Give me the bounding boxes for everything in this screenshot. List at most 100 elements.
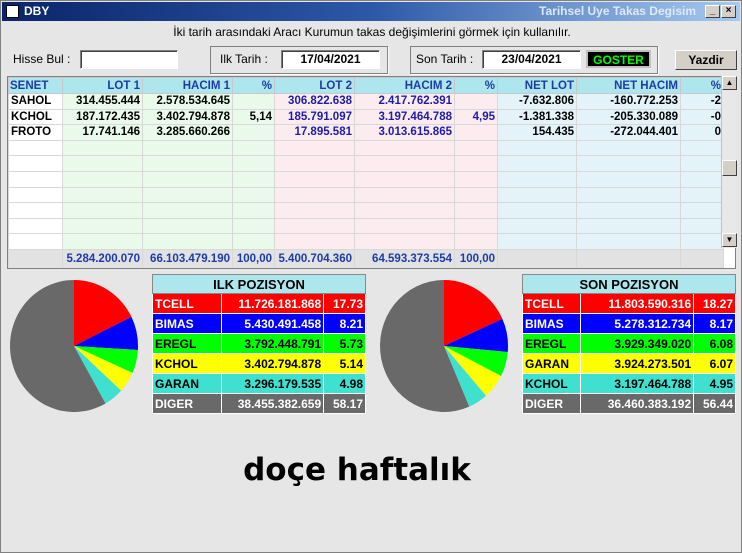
- goster-button[interactable]: GOSTER: [586, 50, 651, 68]
- grid-cell[interactable]: [8, 155, 63, 172]
- grid-cell[interactable]: [232, 124, 275, 141]
- col-senet[interactable]: SENET: [8, 77, 63, 94]
- grid-cell[interactable]: [680, 170, 724, 188]
- grid-cell[interactable]: [454, 93, 498, 110]
- grid-cell[interactable]: [274, 170, 355, 188]
- grid-cell[interactable]: [454, 124, 498, 141]
- grid-cell[interactable]: KCHOL: [8, 108, 63, 126]
- grid-cell[interactable]: [274, 186, 355, 204]
- grid-cell[interactable]: [454, 170, 498, 188]
- grid-cell[interactable]: [576, 170, 681, 188]
- grid-cell[interactable]: [454, 155, 498, 172]
- grid-cell[interactable]: [232, 202, 275, 219]
- grid-cell[interactable]: -7.632.806: [497, 93, 577, 110]
- col-pct2[interactable]: %: [454, 77, 498, 94]
- grid-cell[interactable]: [232, 139, 275, 157]
- col-net-lot[interactable]: NET LOT: [497, 77, 577, 94]
- col-net-hacim[interactable]: NET HACIM: [576, 77, 681, 94]
- table-row[interactable]: [8, 217, 724, 235]
- grid-cell[interactable]: [497, 155, 577, 172]
- grid-cell[interactable]: [680, 202, 724, 219]
- table-row[interactable]: KCHOL 187.172.435 3.402.794.878 5,14 185.791…: [8, 108, 724, 126]
- grid-cell[interactable]: -272.044.401: [576, 124, 681, 141]
- col-pct1[interactable]: %: [232, 77, 275, 94]
- grid-cell[interactable]: [576, 217, 681, 235]
- grid-cell[interactable]: [680, 155, 724, 172]
- table-row[interactable]: SAHOL 314.455.444 2.578.534.645 306.822.638…: [8, 93, 724, 110]
- grid-cell[interactable]: 17.895.581: [274, 124, 355, 141]
- grid-cell[interactable]: [62, 170, 143, 188]
- grid-cell[interactable]: [8, 139, 63, 157]
- grid-cell[interactable]: -2: [680, 93, 724, 110]
- grid-cell[interactable]: [62, 139, 143, 157]
- grid-cell[interactable]: [142, 139, 233, 157]
- grid-cell[interactable]: [497, 186, 577, 204]
- table-row[interactable]: [8, 202, 724, 219]
- grid-cell[interactable]: 0: [680, 124, 724, 141]
- grid-scrollbar[interactable]: ▲ ▼: [721, 76, 737, 248]
- col-lot1[interactable]: LOT 1: [62, 77, 143, 94]
- grid-cell[interactable]: [576, 233, 681, 250]
- grid-cell[interactable]: [274, 155, 355, 172]
- grid-cell[interactable]: [232, 93, 275, 110]
- grid-cell[interactable]: [142, 186, 233, 204]
- grid-cell[interactable]: [497, 233, 577, 250]
- grid-cell[interactable]: 154.435: [497, 124, 577, 141]
- grid-cell[interactable]: [576, 202, 681, 219]
- grid-cell[interactable]: [497, 170, 577, 188]
- col-hacim1[interactable]: HACIM 1: [142, 77, 233, 94]
- grid-cell[interactable]: [142, 217, 233, 235]
- grid-cell[interactable]: [680, 217, 724, 235]
- son-tarih-input[interactable]: 23/04/2021: [482, 50, 581, 69]
- close-icon[interactable]: ×: [721, 5, 736, 18]
- grid-cell[interactable]: [454, 217, 498, 235]
- grid-cell[interactable]: [62, 233, 143, 250]
- grid-cell[interactable]: [142, 155, 233, 172]
- scroll-down-icon[interactable]: ▼: [722, 233, 737, 247]
- grid-cell[interactable]: [274, 217, 355, 235]
- table-row[interactable]: [8, 233, 724, 250]
- grid-cell[interactable]: [354, 155, 455, 172]
- grid-cell[interactable]: 5,14: [232, 108, 275, 126]
- grid-cell[interactable]: [354, 139, 455, 157]
- grid-cell[interactable]: [274, 233, 355, 250]
- grid-cell[interactable]: [354, 217, 455, 235]
- grid-cell[interactable]: FROTO: [8, 124, 63, 141]
- grid-cell[interactable]: [454, 139, 498, 157]
- grid-cell[interactable]: [62, 186, 143, 204]
- grid-cell[interactable]: SAHOL: [8, 93, 63, 110]
- grid-cell[interactable]: [8, 202, 63, 219]
- grid-cell[interactable]: -205.330.089: [576, 108, 681, 126]
- grid-cell[interactable]: 3.402.794.878: [142, 108, 233, 126]
- table-row[interactable]: FROTO 17.741.146 3.285.660.266 17.895.581 3.…: [8, 124, 724, 141]
- grid-cell[interactable]: [8, 233, 63, 250]
- grid-cell[interactable]: [454, 202, 498, 219]
- grid-cell[interactable]: [62, 217, 143, 235]
- grid-cell[interactable]: [274, 139, 355, 157]
- grid-cell[interactable]: 2.578.534.645: [142, 93, 233, 110]
- grid-cell[interactable]: 314.455.444: [62, 93, 143, 110]
- grid-cell[interactable]: [142, 202, 233, 219]
- scroll-up-icon[interactable]: ▲: [722, 76, 737, 90]
- grid-cell[interactable]: 185.791.097: [274, 108, 355, 126]
- grid-cell[interactable]: [354, 202, 455, 219]
- grid-cell[interactable]: [62, 155, 143, 172]
- grid-cell[interactable]: [142, 233, 233, 250]
- grid-cell[interactable]: 4,95: [454, 108, 498, 126]
- grid-cell[interactable]: [680, 186, 724, 204]
- hisse-search-input[interactable]: [80, 50, 178, 69]
- grid-cell[interactable]: [8, 217, 63, 235]
- scroll-thumb[interactable]: [722, 160, 737, 176]
- grid-cell[interactable]: [497, 202, 577, 219]
- grid-cell[interactable]: [576, 139, 681, 157]
- grid-cell[interactable]: [454, 186, 498, 204]
- minimize-icon[interactable]: _: [705, 5, 720, 18]
- grid-cell[interactable]: [142, 170, 233, 188]
- grid-cell[interactable]: 306.822.638: [274, 93, 355, 110]
- table-row[interactable]: [8, 155, 724, 172]
- grid-cell[interactable]: 3.285.660.266: [142, 124, 233, 141]
- col-pct3[interactable]: %: [680, 77, 724, 94]
- takas-grid[interactable]: SENET LOT 1 HACIM 1 % LOT 2 HACIM 2 % NE…: [7, 76, 736, 269]
- grid-cell[interactable]: [680, 139, 724, 157]
- grid-cell[interactable]: [8, 170, 63, 188]
